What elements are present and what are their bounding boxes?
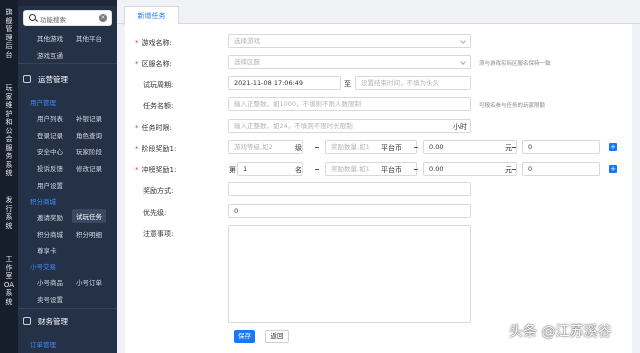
- app-window: 旗舰管理后台 玩家维护和公会服务系统 发行系统 工作室OA系统 功能搜索 × 其…: [0, 0, 640, 353]
- search-placeholder: 功能搜索: [40, 16, 66, 24]
- tab-new-task[interactable]: 新增任务: [124, 6, 179, 25]
- sidebar-item-small-goods[interactable]: 小号商品: [37, 277, 63, 287]
- separator: [315, 147, 319, 148]
- sidebar-item-complaints[interactable]: 投诉反馈: [37, 163, 63, 173]
- rank-amount-input[interactable]: 奖励数量,如1: [325, 162, 417, 176]
- save-button[interactable]: 保存: [234, 330, 255, 343]
- system-rail: 旗舰管理后台 玩家维护和公会服务系统 发行系统 工作室OA系统: [0, 0, 18, 353]
- stage-currency-label: 平台币: [381, 144, 402, 152]
- task-quota-hint: 可报名参与任务的玩家限额: [479, 103, 546, 109]
- watermark: 头条 @江苏溪谷: [509, 324, 612, 340]
- sidebar-item-invite-reward[interactable]: 邀请奖励: [37, 212, 63, 222]
- sidebar-top-bar: [18, 0, 117, 6]
- rail-item-oa[interactable]: 工作室OA系统: [3, 255, 15, 306]
- trial-period-label: 试玩周期:: [143, 81, 174, 89]
- task-time-label: * 任务时限:: [135, 124, 172, 132]
- priority-label: 优先级:: [143, 209, 167, 217]
- task-form: * 游戏名称: 选择游戏 * 区服名称: 选择区服 须与游戏实际区服名保持一致 试玩…: [125, 24, 632, 353]
- sidebar-item-sell-settings[interactable]: 卖号设置: [37, 294, 63, 304]
- trial-to-label: 至: [344, 80, 351, 88]
- sidebar-item-points-detail[interactable]: 积分明细: [76, 229, 102, 239]
- search-icon: [29, 14, 36, 21]
- main-area: 新增任务 * 游戏名称: 选择游戏 * 区服名称: 选择区服 须与游戏实际区服名保持…: [117, 0, 640, 353]
- rank-unit: 名: [295, 166, 302, 174]
- separator: [414, 147, 418, 148]
- separator: [315, 169, 319, 170]
- search-input[interactable]: 功能搜索 ×: [23, 10, 112, 26]
- reward-method-input[interactable]: [228, 182, 471, 196]
- separator: [512, 147, 516, 148]
- task-time-input[interactable]: 输入正整数，如24，不填则不限时长限制: [228, 119, 471, 133]
- rank-reward-label: * 冲榜奖励1:: [135, 166, 177, 174]
- server-name-label: * 区服名称:: [135, 60, 172, 68]
- task-quota-input[interactable]: 输入正整数，如1000，不填则不限人数限制: [228, 97, 471, 111]
- sidebar-item-small-orders[interactable]: 小号订单: [76, 277, 102, 287]
- tab-bar: 新增任务: [117, 0, 640, 25]
- separator: [512, 169, 516, 170]
- sidebar-section-small-account: 小号交易: [30, 263, 56, 271]
- sidebar-section-points: 积分商城: [30, 198, 56, 206]
- stage-yuan-input[interactable]: 0.00: [423, 140, 517, 154]
- rank-currency-label: 平台币: [381, 166, 402, 174]
- sidebar-group-ops[interactable]: 运营管理: [18, 70, 117, 88]
- separator: [414, 169, 418, 170]
- stage-yuan-unit: 元: [505, 144, 512, 152]
- sidebar-item-trial-task[interactable]: 试玩任务: [72, 209, 106, 223]
- task-quota-label: 任务名额:: [143, 102, 174, 110]
- notes-label: 注意事项:: [143, 230, 174, 238]
- sidebar-item-user-list[interactable]: 用户列表: [37, 113, 63, 123]
- stage-amount-input[interactable]: 奖励数量,如1: [325, 140, 417, 154]
- add-rank-reward-button[interactable]: +: [609, 165, 617, 173]
- finance-icon: [23, 317, 31, 325]
- sidebar-section-order: 订单管理: [30, 341, 56, 349]
- clear-icon[interactable]: ×: [99, 14, 107, 22]
- sidebar-item-user-settings[interactable]: 用户设置: [37, 180, 63, 190]
- server-hint: 须与游戏实际区服名保持一致: [479, 61, 551, 67]
- sidebar-item-edit-record[interactable]: 修改记录: [76, 163, 102, 173]
- chevron-down-icon: [460, 38, 466, 44]
- server-select[interactable]: 选择区服: [228, 55, 471, 69]
- back-button[interactable]: 返回: [265, 330, 289, 343]
- trial-end-input[interactable]: 设置结束时间，不填为永久: [355, 76, 471, 90]
- rank-yuan-input[interactable]: 0.00: [423, 162, 517, 176]
- stage-level-unit: 级: [295, 144, 302, 152]
- sidebar-item-vip-card[interactable]: 尊享卡: [37, 245, 57, 255]
- sidebar-item-recharge-record[interactable]: 补银记录: [76, 113, 102, 123]
- notes-textarea[interactable]: [228, 225, 471, 323]
- rank-extra-input[interactable]: 0: [522, 162, 600, 176]
- rank-prefix: 第: [229, 166, 236, 174]
- ops-icon: [23, 75, 31, 83]
- sidebar-section-user: 用户管理: [30, 99, 56, 107]
- task-time-unit: 小时: [453, 123, 467, 131]
- rank-input[interactable]: 1: [237, 162, 303, 176]
- rank-yuan-unit: 元: [505, 166, 512, 174]
- sidebar-item-other-platforms[interactable]: 其他平台: [76, 33, 102, 43]
- sidebar-item-other-games[interactable]: 其他游戏: [37, 33, 63, 43]
- game-select[interactable]: 选择游戏: [228, 34, 471, 48]
- sidebar: 功能搜索 × 其他游戏 其他平台 游戏互通 运营管理 用户管理 用户列表 补银记…: [18, 0, 117, 353]
- add-stage-reward-button[interactable]: +: [609, 143, 617, 151]
- priority-input[interactable]: 0: [228, 204, 471, 218]
- sidebar-item-login-record[interactable]: 登录记录: [37, 130, 63, 140]
- game-name-label: * 游戏名称:: [135, 39, 172, 47]
- stage-level-input[interactable]: 游戏等级,如2: [228, 140, 303, 154]
- stage-reward-label: * 阶段奖励1:: [135, 145, 177, 153]
- sidebar-divider: [18, 308, 117, 309]
- sidebar-divider: [18, 63, 117, 64]
- sidebar-item-player-stage[interactable]: 玩家阶段: [76, 146, 102, 156]
- rail-item-flagship[interactable]: 旗舰管理后台: [3, 8, 15, 59]
- sidebar-item-role-query[interactable]: 角色查询: [76, 130, 102, 140]
- sidebar-item-points-mall[interactable]: 积分商城: [37, 229, 63, 239]
- sidebar-group-finance-label: 财务管理: [38, 317, 68, 326]
- sidebar-group-finance[interactable]: 财务管理: [18, 312, 117, 330]
- rail-item-player-service[interactable]: 玩家维护和公会服务系统: [3, 84, 15, 178]
- sidebar-item-game-interop[interactable]: 游戏互通: [37, 50, 63, 60]
- chevron-down-icon: [460, 59, 466, 65]
- trial-start-input[interactable]: 2021-11-08 17:06:49: [228, 76, 341, 90]
- reward-method-label: 奖励方式:: [143, 187, 174, 195]
- sidebar-group-ops-label: 运营管理: [38, 75, 68, 84]
- rail-item-publish[interactable]: 发行系统: [3, 196, 15, 230]
- stage-extra-input[interactable]: 0: [522, 140, 600, 154]
- sidebar-item-security-center[interactable]: 安全中心: [37, 146, 63, 156]
